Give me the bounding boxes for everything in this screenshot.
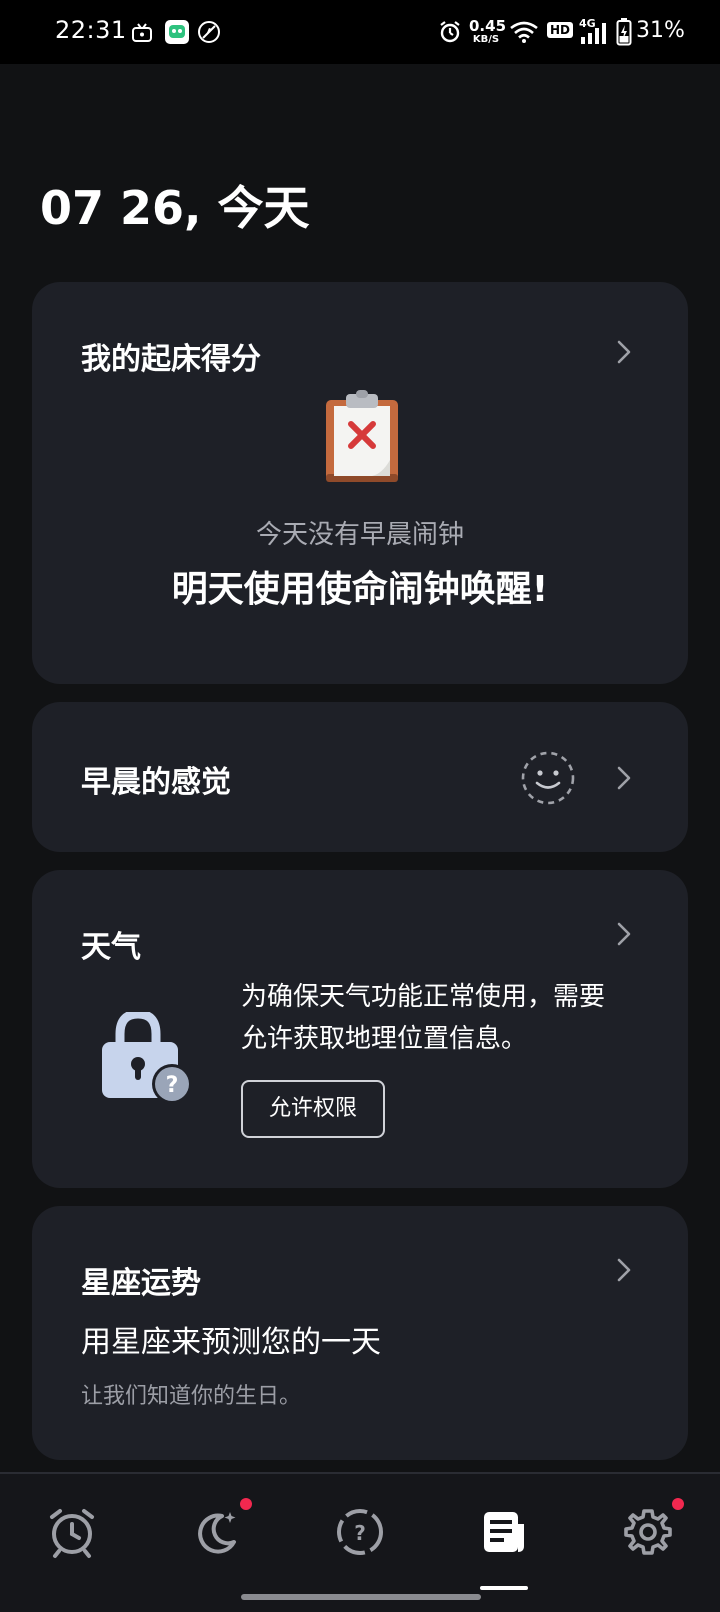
svg-text:?: ? [354,1521,366,1545]
chevron-right-icon[interactable] [610,764,638,792]
moon-sleep-icon[interactable] [186,1502,246,1562]
wifi-icon [510,21,538,43]
screen: 22:31 0.45 KB/S HD 4G 31% 07 26, 今天 我的起床… [0,0,720,1612]
chevron-right-icon[interactable] [610,920,638,948]
active-tab-indicator [480,1586,528,1590]
report-news-icon[interactable] [474,1502,534,1562]
weather-card[interactable]: 天气 ? 为确保天气功能正常使用，需要 允许获取地理位置信息。 允许权限 [32,870,688,1188]
horoscope-title: 星座运势 [81,1266,201,1301]
robot-app-icon [165,20,189,44]
status-bar: 22:31 0.45 KB/S HD 4G 31% [0,0,720,64]
lock-question-icon: ? [102,1012,192,1104]
wake-score-title: 我的起床得分 [81,342,261,377]
alarm-status-icon [440,21,460,43]
battery-icon [616,18,632,46]
sleep-badge [240,1498,252,1510]
wake-score-card[interactable]: 我的起床得分 今天没有早晨闹钟 明天使用使命闹钟唤醒! [32,282,688,684]
svg-text:?: ? [166,1073,179,1098]
status-time: 22:31 [55,16,127,44]
horoscope-subtitle: 用星座来预测您的一天 [81,1325,381,1360]
hd-badge: HD [547,22,574,38]
allow-permission-button[interactable]: 允许权限 [241,1080,385,1138]
morning-feeling-title: 早晨的感觉 [81,765,231,800]
smiley-face-icon[interactable] [520,750,576,806]
clipboard-x-icon [326,390,398,482]
battery-percent: 31% [636,18,685,43]
net-speed-value: 0.45 [469,17,507,35]
weather-permission-message: 为确保天气功能正常使用，需要 允许获取地理位置信息。 [241,976,641,1060]
chevron-right-icon[interactable] [610,1256,638,1284]
page-title: 07 26, 今天 [40,181,310,235]
weather-message-line1: 为确保天气功能正常使用，需要 [241,982,606,1012]
signal-icon [581,23,606,44]
weather-title: 天气 [81,930,141,965]
horoscope-card[interactable]: 星座运势 用星座来预测您的一天 让我们知道你的生日。 [32,1206,688,1460]
settings-badge [672,1498,684,1510]
horoscope-hint: 让我们知道你的生日。 [81,1384,302,1409]
question-mission-icon[interactable]: ? [330,1502,390,1562]
no-alarm-text: 今天没有早晨闹钟 [255,520,464,550]
wake-cta-text: 明天使用使命闹钟唤醒! [171,569,549,610]
tv-app-icon [132,23,152,42]
bottom-nav: ? [0,1472,720,1612]
net-speed-unit: KB/S [472,34,500,45]
compass-app-icon [198,21,220,43]
chevron-right-icon[interactable] [610,338,638,366]
morning-feeling-card[interactable]: 早晨的感觉 [32,702,688,852]
home-gesture-bar[interactable] [241,1594,481,1600]
alarm-clock-icon[interactable] [42,1502,102,1562]
gear-settings-icon[interactable] [618,1502,678,1562]
weather-message-line2: 允许获取地理位置信息。 [241,1024,528,1054]
